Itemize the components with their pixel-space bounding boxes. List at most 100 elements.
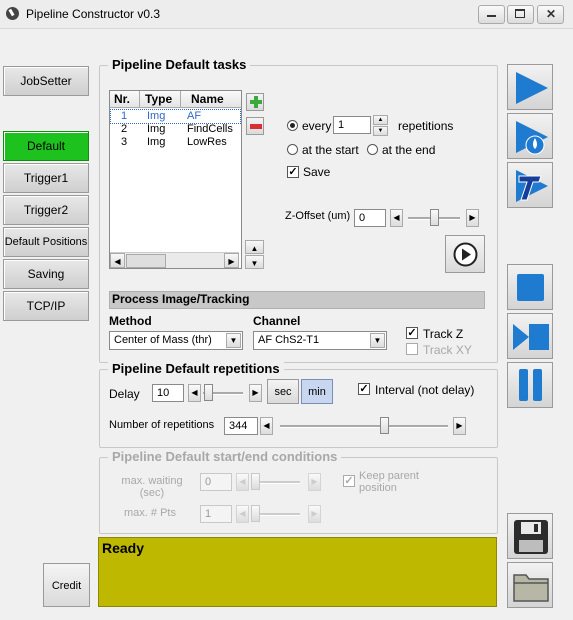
repetitions-label: repetitions bbox=[398, 119, 454, 133]
run-pipeline-button[interactable] bbox=[507, 64, 553, 110]
save-checkbox[interactable]: ✓ bbox=[287, 166, 299, 178]
track-z-checkbox[interactable]: ✓ bbox=[406, 327, 418, 339]
nav-saving-button[interactable]: Saving bbox=[3, 259, 89, 289]
play-trigger-icon bbox=[516, 170, 548, 202]
repetitions-group-title: Pipeline Default repetitions bbox=[108, 361, 284, 376]
max-wait-label: max. waiting (sec) bbox=[121, 475, 183, 499]
zoffset-label: Z-Offset (um) bbox=[285, 210, 351, 222]
app-icon bbox=[6, 7, 19, 20]
max-wait-input[interactable]: 0 bbox=[200, 473, 232, 491]
nav-default-positions-button[interactable]: Default Positions bbox=[3, 227, 89, 257]
run-water-button[interactable] bbox=[507, 113, 553, 159]
minus-icon bbox=[250, 124, 262, 129]
max-wait-right-arrow-icon[interactable]: ▶ bbox=[308, 473, 321, 491]
play-icon bbox=[516, 72, 548, 104]
min-button[interactable]: min bbox=[301, 379, 333, 404]
save-settings-button[interactable] bbox=[507, 513, 553, 559]
conditions-group-title: Pipeline Default start/end conditions bbox=[108, 449, 342, 464]
at-end-radio[interactable] bbox=[367, 144, 378, 155]
stop-button[interactable] bbox=[507, 264, 553, 310]
open-folder-button[interactable] bbox=[507, 562, 553, 608]
repetition-right-arrow-icon[interactable]: ▶ bbox=[453, 417, 466, 435]
skip-button[interactable] bbox=[507, 313, 553, 359]
nav-tcpip-button[interactable]: TCP/IP bbox=[3, 291, 89, 321]
delay-left-arrow-icon[interactable]: ◀ bbox=[188, 384, 201, 402]
jobsetter-button[interactable]: JobSetter bbox=[3, 66, 89, 96]
at-start-radio[interactable] bbox=[287, 144, 298, 155]
stop-icon bbox=[517, 274, 544, 301]
floppy-disk-icon bbox=[514, 520, 548, 554]
delay-slider-thumb[interactable] bbox=[204, 384, 213, 401]
repetition-slider[interactable] bbox=[280, 425, 448, 428]
every-label: every bbox=[302, 119, 332, 133]
zoffset-slider-thumb[interactable] bbox=[430, 209, 439, 226]
max-pts-left-arrow-icon[interactable]: ◀ bbox=[236, 505, 249, 523]
list-item[interactable]: 2 Img FindCells bbox=[111, 123, 240, 136]
pause-icon bbox=[519, 369, 528, 401]
max-pts-label: max. # Pts bbox=[124, 507, 176, 519]
minimize-button[interactable] bbox=[478, 5, 505, 24]
zoffset-input[interactable]: 0 bbox=[354, 209, 386, 227]
repetition-left-arrow-icon[interactable]: ◀ bbox=[260, 417, 273, 435]
nav-trigger2-button[interactable]: Trigger2 bbox=[3, 195, 89, 225]
run-trigger-button[interactable] bbox=[507, 162, 553, 208]
chevron-down-icon: ▼ bbox=[370, 333, 385, 348]
maximize-button[interactable] bbox=[507, 5, 534, 24]
scroll-left-arrow-icon[interactable]: ◀ bbox=[110, 253, 125, 268]
column-header-name[interactable]: Name bbox=[180, 91, 224, 107]
interval-label: Interval (not delay) bbox=[375, 383, 475, 397]
sec-button[interactable]: sec bbox=[267, 379, 299, 404]
close-button[interactable]: ✕ bbox=[537, 5, 564, 24]
move-up-button[interactable]: ▲ bbox=[245, 240, 264, 254]
zoffset-left-arrow-icon[interactable]: ◀ bbox=[390, 209, 403, 227]
play-water-icon bbox=[516, 121, 548, 155]
delay-label: Delay bbox=[109, 387, 140, 401]
status-panel bbox=[98, 537, 497, 607]
track-xy-label: Track XY bbox=[423, 343, 472, 357]
task-list[interactable]: Nr. Type Name 1 Img AF 2 Img FindCells 3… bbox=[109, 90, 242, 269]
interval-checkbox[interactable]: ✓ bbox=[358, 383, 370, 395]
list-item[interactable]: 1 Img AF bbox=[110, 109, 241, 124]
track-xy-checkbox[interactable] bbox=[406, 343, 418, 355]
list-scrollbar[interactable]: ◀ ▶ bbox=[110, 252, 239, 268]
keep-parent-checkbox[interactable]: ✓ bbox=[343, 475, 355, 487]
every-up-icon[interactable]: ▲ bbox=[373, 115, 388, 125]
remove-task-button[interactable] bbox=[246, 117, 264, 135]
close-icon: ✕ bbox=[546, 7, 557, 21]
add-task-button[interactable] bbox=[246, 93, 264, 111]
method-label: Method bbox=[109, 314, 152, 328]
column-header-nr[interactable]: Nr. bbox=[114, 91, 130, 107]
nav-trigger1-button[interactable]: Trigger1 bbox=[3, 163, 89, 193]
run-task-button[interactable] bbox=[445, 235, 485, 273]
move-down-button[interactable]: ▼ bbox=[245, 255, 264, 269]
tasks-group-title: Pipeline Default tasks bbox=[108, 57, 251, 72]
scroll-right-arrow-icon[interactable]: ▶ bbox=[224, 253, 239, 268]
credit-button[interactable]: Credit bbox=[43, 563, 90, 607]
at-start-label: at the start bbox=[302, 143, 359, 157]
repetition-count-input[interactable]: 344 bbox=[224, 417, 258, 435]
channel-select[interactable]: AF ChS2-T1 ▼ bbox=[253, 331, 387, 350]
max-wait-slider-thumb[interactable] bbox=[251, 473, 260, 490]
column-header-type[interactable]: Type bbox=[139, 91, 172, 107]
max-pts-input[interactable]: 1 bbox=[200, 505, 232, 523]
process-header: Process Image/Tracking bbox=[112, 292, 250, 306]
every-input[interactable]: 1 bbox=[333, 116, 371, 134]
window-title: Pipeline Constructor v0.3 bbox=[26, 7, 161, 21]
every-down-icon[interactable]: ▼ bbox=[373, 126, 388, 136]
zoffset-right-arrow-icon[interactable]: ▶ bbox=[466, 209, 479, 227]
every-radio[interactable] bbox=[287, 120, 298, 131]
delay-input[interactable]: 10 bbox=[152, 384, 184, 402]
repetition-slider-thumb[interactable] bbox=[380, 417, 389, 434]
scroll-thumb[interactable] bbox=[126, 254, 166, 268]
at-end-label: at the end bbox=[382, 143, 436, 157]
method-select[interactable]: Center of Mass (thr) ▼ bbox=[109, 331, 243, 350]
skip-icon bbox=[513, 324, 549, 350]
status-text: Ready bbox=[102, 540, 145, 556]
nav-default-button[interactable]: Default bbox=[3, 131, 89, 161]
max-pts-slider-thumb[interactable] bbox=[251, 505, 260, 522]
pause-button[interactable] bbox=[507, 362, 553, 408]
max-wait-left-arrow-icon[interactable]: ◀ bbox=[236, 473, 249, 491]
max-pts-right-arrow-icon[interactable]: ▶ bbox=[308, 505, 321, 523]
list-item[interactable]: 3 Img LowRes bbox=[111, 136, 240, 149]
delay-right-arrow-icon[interactable]: ▶ bbox=[249, 384, 262, 402]
